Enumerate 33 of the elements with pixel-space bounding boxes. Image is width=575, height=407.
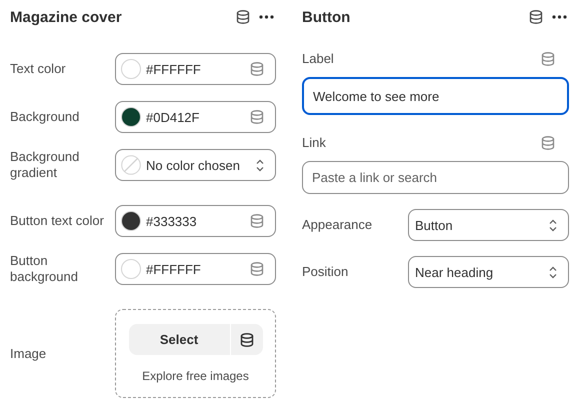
field-label: Text color [10,61,67,77]
caret-icon [256,158,264,172]
caret-icon [549,266,557,278]
color-field[interactable]: #0D412F [115,101,276,133]
field-label: Position [302,264,350,280]
field-label: Button text color [10,213,105,229]
caret-icon [549,218,557,232]
database-icon[interactable] [529,10,543,24]
database-button[interactable] [230,324,262,355]
panel-title: Magazine cover [10,8,122,26]
field-label: Link [302,135,327,151]
field-label: Label [302,51,335,67]
no-color-icon [121,155,141,175]
select-field[interactable]: Near heading [408,256,569,288]
color-field[interactable]: #FFFFFF [115,53,276,85]
more-icon[interactable] [552,15,567,19]
select-button[interactable]: Select [128,324,230,355]
color-field[interactable]: #333333 [115,205,276,237]
color-select[interactable]: No color chosen [115,149,276,181]
panel-title: Button [302,8,350,26]
field-label: Image [10,346,48,362]
select-field[interactable]: Button [408,209,569,241]
database-icon [240,332,254,346]
explore-link[interactable]: Explore free images [142,369,249,383]
field-label: Background gradient [10,149,80,181]
more-icon[interactable] [259,15,274,19]
field-label: Button background [10,253,79,285]
text-input[interactable]: Welcome to see more [302,77,569,115]
database-icon[interactable] [236,10,250,24]
field-label: Appearance [302,217,374,233]
text-input[interactable]: Paste a link or search [302,161,569,194]
color-field[interactable]: #FFFFFF [115,253,276,285]
field-label: Background [10,109,80,125]
